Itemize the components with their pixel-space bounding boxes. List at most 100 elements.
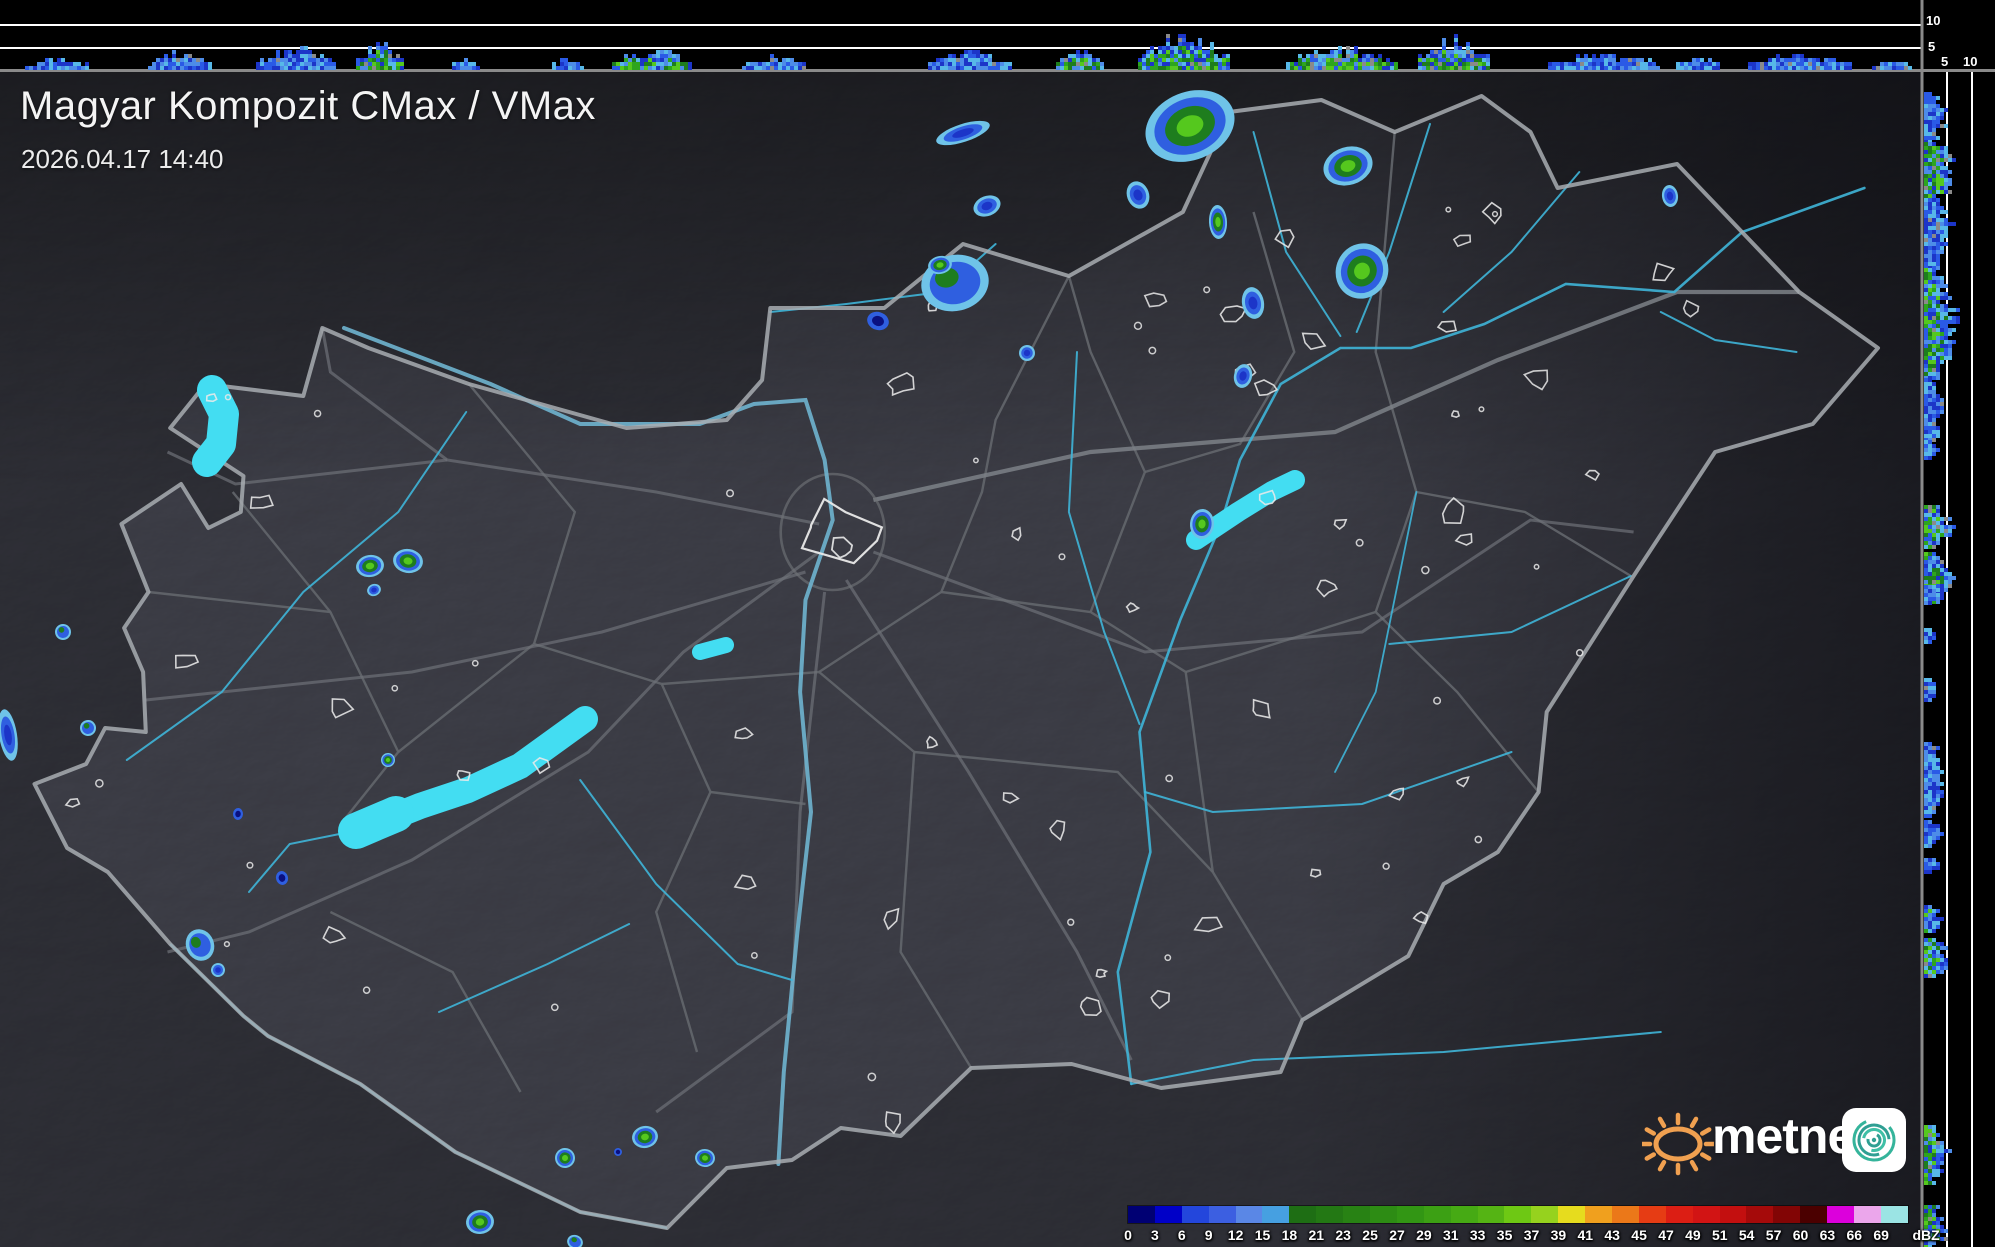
right-profile-cell [1948, 584, 1952, 588]
top-profile-cell [1080, 62, 1084, 66]
top-profile-cell [368, 58, 372, 62]
top-profile-cell [1310, 66, 1314, 70]
top-profile-cell [1820, 62, 1824, 66]
right-profile-cell [1932, 858, 1936, 862]
right-profile-cell [1932, 866, 1936, 870]
top-profile-cell [292, 58, 296, 62]
top-profile-cell [1556, 66, 1560, 70]
top-profile-cell [1358, 66, 1362, 70]
right-profile-cell [1940, 166, 1944, 170]
top-profile-cell [1318, 66, 1322, 70]
top-profile-cell [1692, 62, 1696, 66]
top-profile-cell [284, 62, 288, 66]
top-profile-cell [388, 50, 392, 54]
right-profile-cell [1940, 398, 1944, 402]
top-profile-cell [1812, 62, 1816, 66]
top-profile-cell [786, 58, 790, 62]
right-profile-cell [1928, 824, 1932, 828]
right-profile-cell [1940, 352, 1944, 356]
top-profile-cell [1454, 58, 1458, 62]
top-profile-cell [1174, 50, 1178, 54]
top-profile-cell [1474, 62, 1478, 66]
right-profile-cell [1924, 444, 1928, 448]
top-profile-cell [384, 62, 388, 66]
top-profile-cell [1194, 66, 1198, 70]
top-profile-cell [956, 58, 960, 62]
top-profile-cell [928, 62, 932, 66]
right-profile-cell [1928, 866, 1932, 870]
top-profile-cell [1604, 54, 1608, 58]
right-profile-cell [1928, 190, 1932, 194]
top-profile-cell [25, 66, 29, 70]
right-profile-cell [1944, 529, 1948, 533]
top-profile-cell [774, 62, 778, 66]
right-profile-cell [1924, 422, 1928, 426]
top-profile-cell [1442, 50, 1446, 54]
right-profile-cell [1932, 154, 1936, 158]
top-profile-cell [1816, 58, 1820, 62]
right-profile-cell [1936, 513, 1940, 517]
top-profile-cell [1430, 54, 1434, 58]
right-profile-cell [1928, 182, 1932, 186]
right-profile-cell [1936, 434, 1940, 438]
top-profile-cell [1334, 62, 1338, 66]
right-profile-cell [1932, 925, 1936, 929]
right-profile-cell [1932, 806, 1936, 810]
right-profile-cell [1932, 132, 1936, 136]
top-profile-cell [1064, 66, 1068, 70]
right-profile-cell [1940, 360, 1944, 364]
right-profile-cell [1924, 632, 1928, 636]
top-profile-cell [360, 62, 364, 66]
right-profile-cell [1936, 120, 1940, 124]
right-profile-cell [1928, 509, 1932, 513]
right-profile-cell [1928, 694, 1932, 698]
top-profile-cell [782, 66, 786, 70]
top-profile-cell [1068, 54, 1072, 58]
top-profile-cell [1478, 66, 1482, 70]
top-profile-cell [956, 62, 960, 66]
right-profile-cell [1924, 250, 1928, 254]
top-profile-cell [1760, 66, 1764, 70]
top-profile-cell [1374, 62, 1378, 66]
right-profile-cell [1932, 798, 1936, 802]
right-profile-cell [1940, 917, 1944, 921]
top-profile-cell [652, 54, 656, 58]
right-profile-cell [1928, 222, 1932, 226]
right-profile-cell [1928, 950, 1932, 954]
top-profile-cell [1362, 54, 1366, 58]
right-profile-cell [1952, 222, 1956, 226]
right-profile-cell [1936, 372, 1940, 376]
top-profile-cell [802, 66, 806, 70]
top-profile-cell [1816, 66, 1820, 70]
top-profile-cell [1206, 58, 1210, 62]
right-profile-cell [1932, 242, 1936, 246]
right-profile-cell [1932, 186, 1936, 190]
top-profile-cell [380, 66, 384, 70]
top-profile-cell [356, 62, 360, 66]
top-profile-cell [628, 66, 632, 70]
right-profile-cell [1928, 434, 1932, 438]
top-profile-cell [368, 50, 372, 54]
right-profile-cell [1936, 525, 1940, 529]
top-profile-cell [1676, 62, 1680, 66]
right-profile-cell [1944, 966, 1948, 970]
top-profile-cell [376, 46, 380, 50]
top-profile-cell [1326, 54, 1330, 58]
top-profile-cell [1688, 66, 1692, 70]
right-profile-cell [1932, 686, 1936, 690]
top-profile-cell [156, 66, 160, 70]
right-profile-cell [1932, 1205, 1936, 1209]
right-profile-cell [1932, 426, 1936, 430]
top-profile-cell [1824, 66, 1828, 70]
right-profile-cell [1936, 312, 1940, 316]
top-profile-cell [1154, 58, 1158, 62]
top-profile-cell [992, 66, 996, 70]
top-profile-cell [1286, 62, 1290, 66]
right-profile-cell [1924, 170, 1928, 174]
dbz-segment-0 [1128, 1206, 1155, 1223]
top-profile-cell [300, 50, 304, 54]
right-profile-cell [1928, 814, 1932, 818]
top-profile-cell [1076, 54, 1080, 58]
top-profile-cell [1800, 58, 1804, 62]
right-profile-cell [1932, 452, 1936, 456]
